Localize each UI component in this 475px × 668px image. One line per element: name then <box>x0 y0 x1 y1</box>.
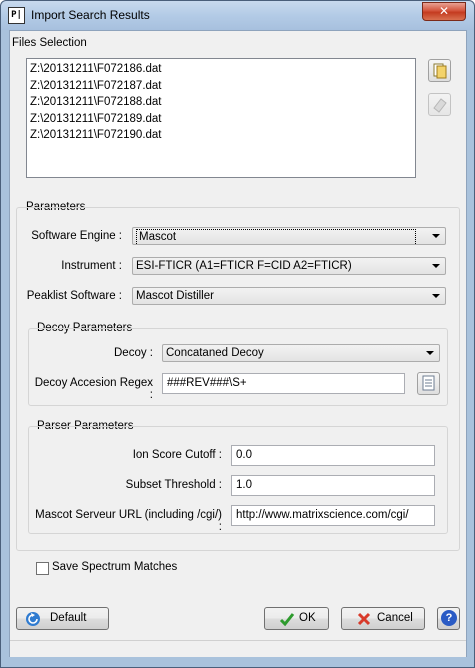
list-item[interactable]: Z:\20131211\F072188.dat <box>30 94 412 111</box>
clear-files-button[interactable] <box>428 93 451 116</box>
help-button[interactable]: ? <box>437 607 460 630</box>
dialog-window: P| Import Search Results ✕ Files Selecti… <box>0 0 475 668</box>
list-item[interactable]: Z:\20131211\F072186.dat <box>30 61 412 78</box>
mascot-url-label: Mascot Serveur URL (including /cgi/) : <box>35 509 222 533</box>
dialog-body: Files Selection Z:\20131211\F072186.dat … <box>9 30 467 657</box>
peaklist-software-select[interactable]: Mascot Distiller <box>132 287 446 305</box>
chevron-down-icon <box>426 351 434 355</box>
chevron-down-icon <box>432 264 440 268</box>
list-item[interactable]: Z:\20131211\F072187.dat <box>30 78 412 95</box>
status-bar <box>10 640 466 657</box>
decoy-regex-label: Decoy Accesion Regex : <box>34 377 153 401</box>
cancel-button-label: Cancel <box>377 612 413 624</box>
chevron-down-icon <box>432 294 440 298</box>
close-button[interactable]: ✕ <box>422 2 466 21</box>
subset-threshold-input[interactable]: 1.0 <box>231 475 435 496</box>
peaklist-software-label: Peaklist Software : <box>26 290 122 302</box>
cancel-button[interactable]: Cancel <box>341 607 425 630</box>
app-icon: P| <box>8 7 25 24</box>
title-bar[interactable]: P| Import Search Results ✕ <box>1 1 474 30</box>
refresh-icon <box>26 612 40 626</box>
software-engine-select[interactable]: Mascot <box>132 227 446 245</box>
instrument-select[interactable]: ESI-FTICR (A1=FTICR F=CID A2=FTICR) <box>132 257 446 275</box>
ion-score-input[interactable]: 0.0 <box>231 445 435 466</box>
peaklist-software-value: Mascot Distiller <box>136 290 214 302</box>
list-item[interactable]: Z:\20131211\F072190.dat <box>30 127 412 144</box>
list-item[interactable]: Z:\20131211\F072189.dat <box>30 111 412 128</box>
window-title: Import Search Results <box>31 8 150 22</box>
help-icon: ? <box>441 610 457 626</box>
regex-help-button[interactable] <box>417 372 440 395</box>
add-files-button[interactable] <box>428 59 451 82</box>
checkmark-icon <box>279 613 295 627</box>
open-file-icon <box>433 63 447 79</box>
decoy-label: Decoy : <box>114 347 153 359</box>
subset-threshold-label: Subset Threshold : <box>125 479 222 491</box>
ok-button-label: OK <box>299 612 316 624</box>
ok-button[interactable]: OK <box>264 607 329 630</box>
decoy-regex-input[interactable]: ###REV###\S+ <box>162 373 405 394</box>
ion-score-label: Ion Score Cutoff : <box>132 449 222 461</box>
instrument-label: Instrument : <box>61 260 122 272</box>
software-engine-value: Mascot <box>136 229 416 244</box>
files-selection-label: Files Selection <box>12 37 87 49</box>
save-spectrum-checkbox[interactable] <box>36 562 49 575</box>
software-engine-label: Software Engine : <box>31 230 122 242</box>
document-icon <box>422 375 435 391</box>
save-spectrum-label[interactable]: Save Spectrum Matches <box>52 561 177 573</box>
cancel-x-icon <box>357 612 371 626</box>
decoy-select[interactable]: Concataned Decoy <box>162 344 440 362</box>
eraser-icon <box>433 98 447 113</box>
file-list[interactable]: Z:\20131211\F072186.dat Z:\20131211\F072… <box>26 58 416 178</box>
instrument-value: ESI-FTICR (A1=FTICR F=CID A2=FTICR) <box>136 260 352 272</box>
mascot-url-input[interactable]: http://www.matrixscience.com/cgi/ <box>231 505 435 526</box>
default-button-label: Default <box>50 612 87 624</box>
decoy-value: Concataned Decoy <box>166 347 264 359</box>
default-button[interactable]: Default <box>16 607 109 630</box>
chevron-down-icon <box>432 234 440 238</box>
